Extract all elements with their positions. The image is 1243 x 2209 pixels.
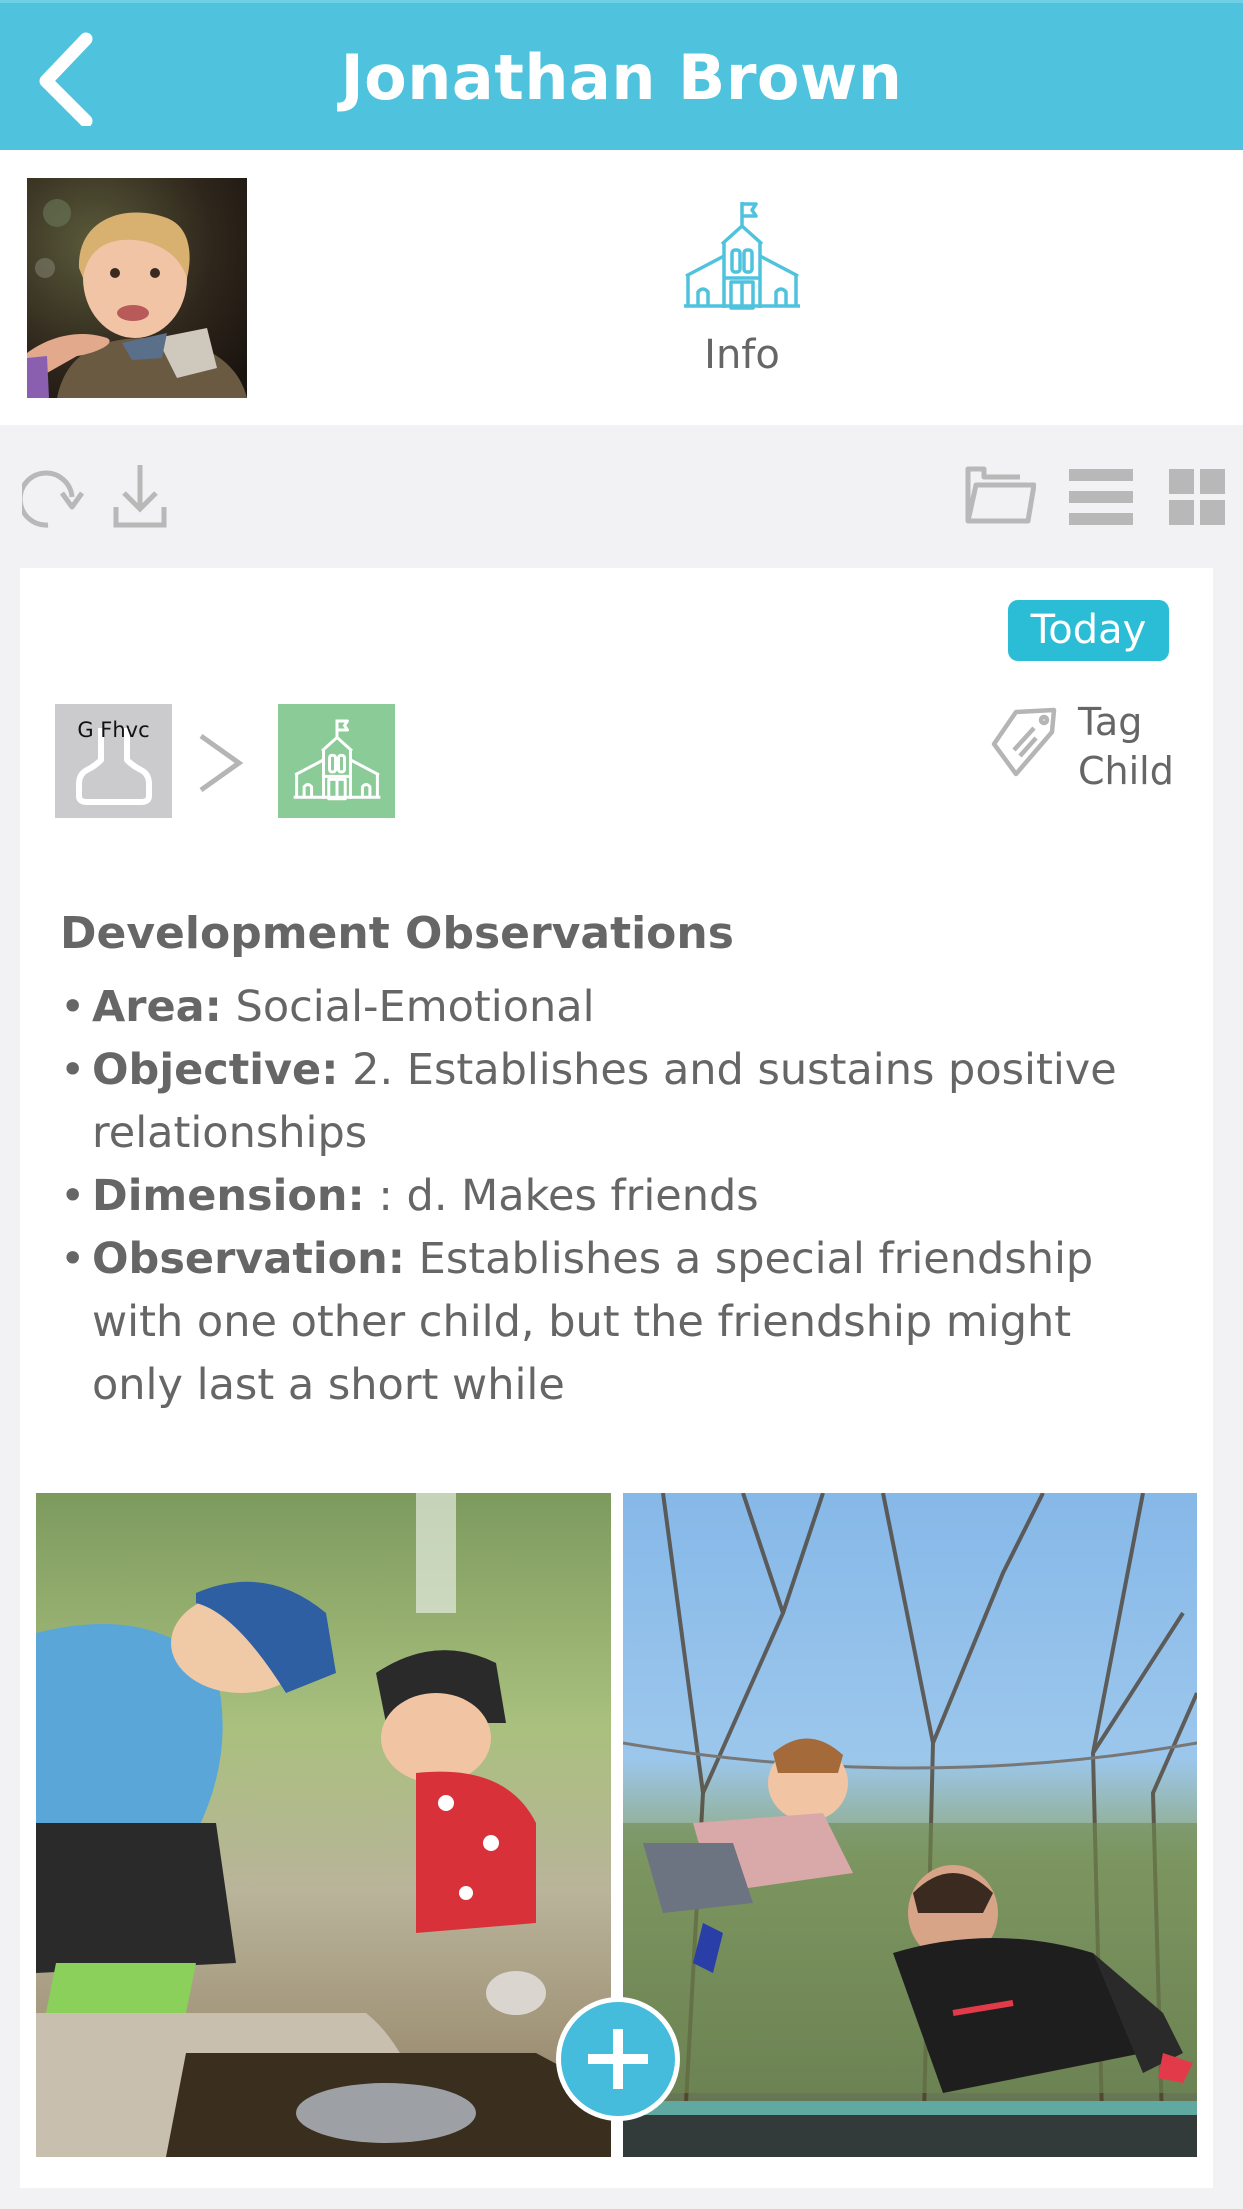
date-badge: Today [1008, 600, 1169, 661]
school-icon [684, 202, 800, 310]
school-icon [293, 719, 381, 801]
destination-tile[interactable] [278, 704, 395, 818]
tag-icon [991, 707, 1057, 777]
observation-card: Today G Fhvc Tag Child Development Obser… [20, 568, 1213, 2188]
observation-item-observation: • Observation: Establishes a special frie… [60, 1234, 1094, 1410]
chevron-right-icon [199, 733, 244, 793]
plus-icon [588, 2029, 648, 2089]
app-header: Jonathan Brown [0, 0, 1243, 150]
refresh-icon[interactable] [22, 463, 88, 531]
toolbar [0, 425, 1243, 568]
tag-label-line2: Child [1078, 749, 1174, 793]
photo-2[interactable] [623, 1493, 1197, 2157]
observation-item-area: • Area: Social-Emotional [60, 982, 595, 1032]
folder-icon[interactable] [964, 463, 1036, 531]
page-title: Jonathan Brown [340, 41, 903, 114]
info-button[interactable]: Info [672, 200, 812, 380]
author-tile[interactable]: G Fhvc [55, 704, 172, 818]
section-title: Development Observations [60, 908, 734, 959]
grid-view-icon[interactable] [1167, 463, 1227, 531]
avatar[interactable] [27, 178, 247, 398]
tag-label-line1: Tag [1078, 700, 1143, 744]
tag-child-button[interactable]: Tag Child [988, 698, 1198, 808]
photo-children-water [36, 1493, 611, 2157]
observation-item-dimension: • Dimension: : d. Makes friends [60, 1171, 759, 1221]
observation-list: • Area: Social-Emotional • Objective: 2. E… [60, 976, 1170, 1417]
profile-section: Info [0, 150, 1243, 425]
list-view-icon[interactable] [1067, 463, 1135, 531]
observation-item-objective: • Objective: 2. Establishes and sustains … [60, 1045, 1117, 1158]
add-button[interactable] [556, 1997, 680, 2121]
avatar-photo [27, 178, 247, 398]
info-label: Info [704, 332, 780, 378]
photo-children-trampoline [623, 1493, 1197, 2157]
author-name: G Fhvc [77, 718, 150, 742]
download-icon[interactable] [112, 463, 168, 531]
photo-1[interactable] [36, 1493, 611, 2157]
